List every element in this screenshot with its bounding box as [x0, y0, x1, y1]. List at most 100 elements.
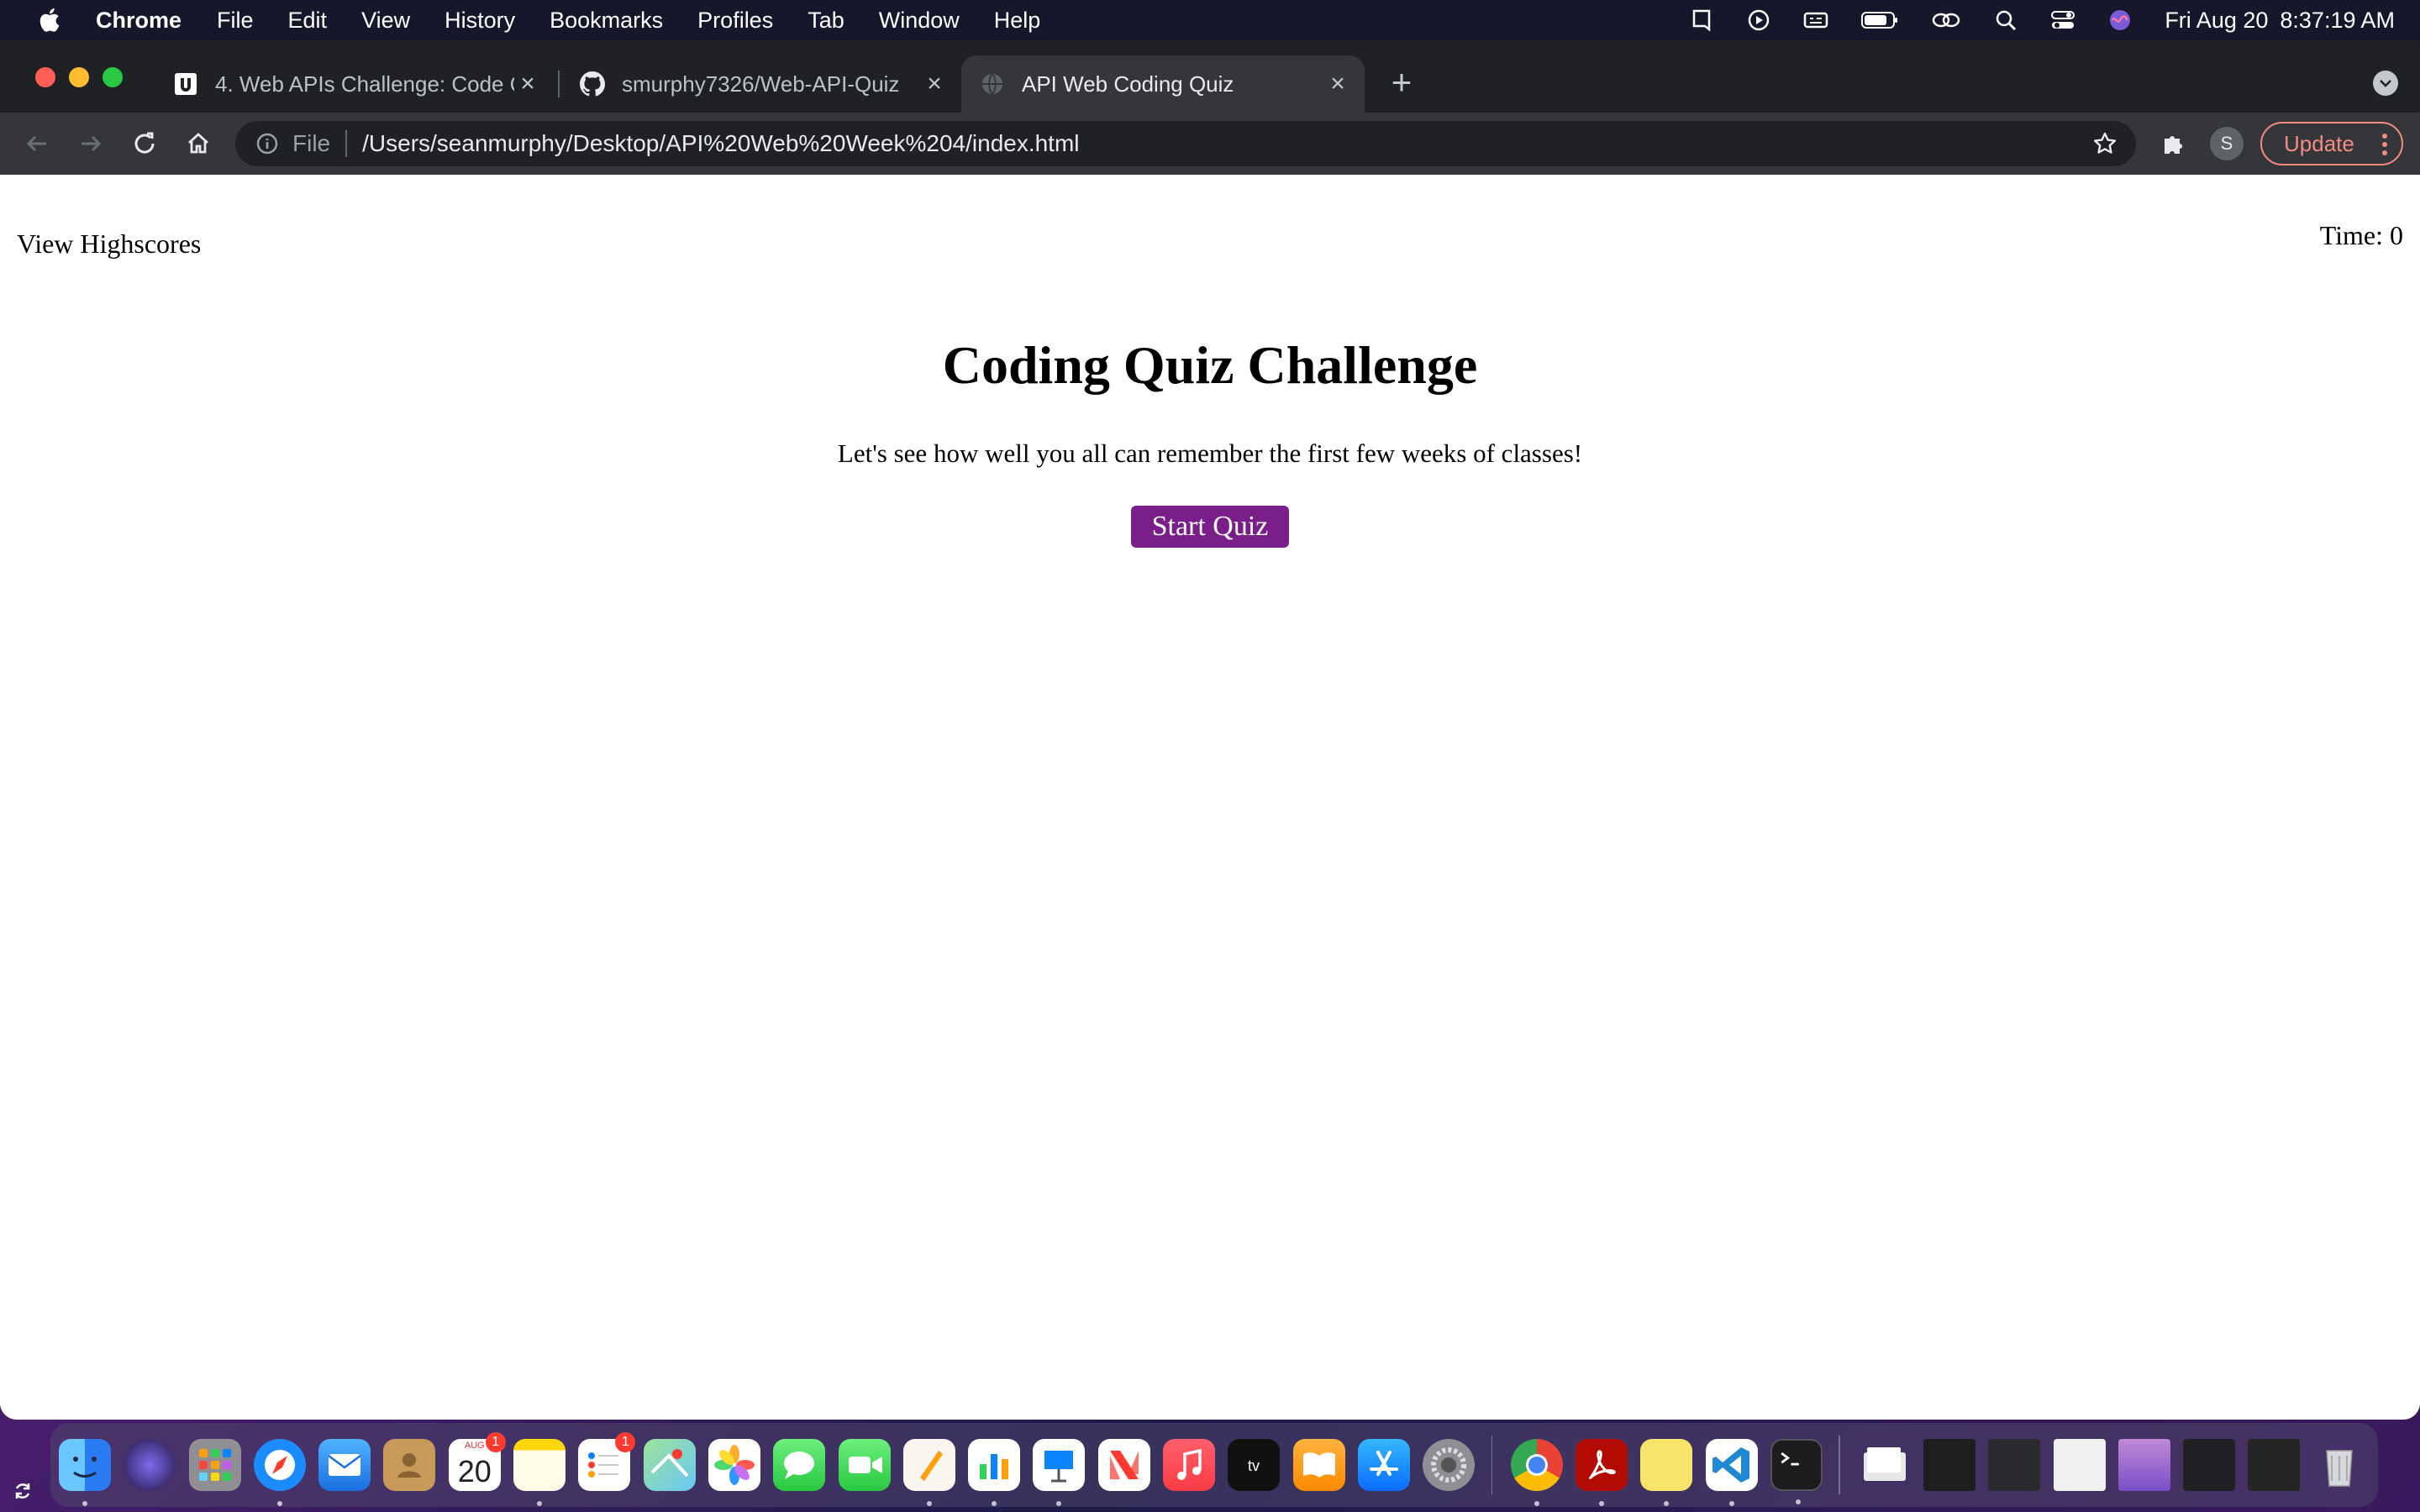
address-bar[interactable]: File /Users/seanmurphy/Desktop/API%20Web…	[235, 121, 2136, 166]
spotlight-search-icon[interactable]	[1993, 8, 2018, 33]
keyboard-status-icon[interactable]	[1803, 8, 1828, 33]
menu-help[interactable]: Help	[994, 8, 1041, 34]
clock-date: Fri Aug 20	[2165, 7, 2269, 33]
close-tab-icon[interactable]: ×	[516, 71, 539, 97]
window-controls	[35, 67, 136, 87]
menu-window[interactable]: Window	[879, 8, 960, 34]
running-indicator	[1534, 1501, 1539, 1506]
reminders-badge: 1	[615, 1432, 636, 1452]
more-menu-icon[interactable]	[2381, 132, 2388, 161]
running-indicator	[537, 1501, 543, 1506]
notes-icon[interactable]	[513, 1439, 566, 1506]
photos-icon[interactable]	[708, 1439, 760, 1491]
window-thumbnail-vscode[interactable]	[1923, 1439, 1975, 1491]
tab-title: API Web Coding Quiz	[1022, 71, 1234, 97]
tab-udemy-challenge[interactable]: 4. Web APIs Challenge: Code Q ×	[155, 55, 555, 113]
tab-strip: 4. Web APIs Challenge: Code Q × smurphy7…	[0, 40, 2420, 113]
github-icon	[580, 71, 605, 97]
siri-app-icon[interactable]	[124, 1439, 176, 1491]
running-indicator	[926, 1501, 932, 1506]
calendar-icon[interactable]: AUG 20 1	[448, 1432, 506, 1491]
link-status-icon[interactable]	[1931, 8, 1961, 33]
keynote-icon[interactable]	[1033, 1439, 1086, 1506]
tab-github-repo[interactable]: smurphy7326/Web-API-Quiz ×	[561, 55, 961, 113]
menubar-clock[interactable]: Fri Aug 20 8:37:19 AM	[2165, 8, 2395, 34]
minimize-window-button[interactable]	[69, 67, 89, 87]
close-window-button[interactable]	[35, 67, 55, 87]
system-preferences-icon[interactable]	[1423, 1439, 1476, 1491]
numbers-icon[interactable]	[968, 1439, 1021, 1506]
running-indicator	[1056, 1501, 1062, 1506]
menu-bookmarks[interactable]: Bookmarks	[550, 8, 663, 34]
news-icon[interactable]	[1097, 1439, 1150, 1491]
pages-icon[interactable]	[902, 1439, 955, 1506]
window-thumbnail-acrobat[interactable]	[2053, 1439, 2106, 1491]
tab-api-web-coding-quiz[interactable]: API Web Coding Quiz ×	[961, 55, 1365, 113]
trash-icon[interactable]	[2313, 1439, 2365, 1491]
site-info-icon[interactable]	[254, 130, 281, 157]
notes-status-icon[interactable]	[1689, 8, 1714, 33]
finder-icon[interactable]	[59, 1439, 111, 1506]
omnibox-divider	[345, 130, 348, 157]
mail-icon[interactable]	[318, 1439, 371, 1491]
acrobat-icon[interactable]	[1576, 1439, 1628, 1506]
profile-avatar[interactable]: S	[2210, 127, 2244, 160]
messages-icon[interactable]	[773, 1439, 826, 1491]
dock-separator	[1491, 1436, 1492, 1494]
menu-tab[interactable]: Tab	[808, 8, 844, 34]
web-page: View Highscores Time: 0 Coding Quiz Chal…	[0, 175, 2420, 1420]
start-quiz-button[interactable]: Start Quiz	[1131, 506, 1289, 548]
window-thumbnail-vscode-2[interactable]	[2248, 1439, 2301, 1491]
extensions-puzzle-icon[interactable]	[2156, 127, 2190, 160]
url-text[interactable]: /Users/seanmurphy/Desktop/API%20Web%20We…	[362, 130, 1079, 157]
control-center-icon[interactable]	[2050, 8, 2075, 33]
apple-logo-icon[interactable]	[35, 5, 66, 35]
launchpad-icon[interactable]	[188, 1439, 241, 1491]
forward-arrow-icon[interactable]	[74, 127, 108, 160]
siri-icon[interactable]	[2107, 8, 2133, 33]
chrome-icon[interactable]	[1510, 1439, 1563, 1506]
window-thumbnail-browser[interactable]	[2118, 1439, 2170, 1491]
close-tab-icon[interactable]: ×	[1326, 71, 1349, 97]
reload-icon[interactable]	[128, 127, 161, 160]
stickies-icon[interactable]	[1640, 1439, 1693, 1506]
books-icon[interactable]	[1292, 1439, 1345, 1491]
calendar-day: 20	[457, 1454, 492, 1488]
update-button[interactable]: Update	[2260, 122, 2403, 165]
menu-profiles[interactable]: Profiles	[697, 8, 773, 34]
running-indicator	[992, 1501, 997, 1506]
safari-icon[interactable]	[253, 1439, 306, 1506]
apple-tv-icon[interactable]: tv	[1228, 1439, 1281, 1491]
update-label: Update	[2284, 130, 2354, 156]
app-store-icon[interactable]	[1357, 1439, 1410, 1491]
back-arrow-icon[interactable]	[20, 127, 54, 160]
view-highscores-link[interactable]: View Highscores	[17, 228, 201, 260]
menu-view[interactable]: View	[361, 8, 410, 34]
window-thumbnail-chrome-2[interactable]	[2183, 1439, 2236, 1491]
reminders-icon[interactable]: 1	[578, 1432, 636, 1491]
window-thumbnail-chrome[interactable]	[1988, 1439, 2041, 1491]
clock-time: 8:37:19 AM	[2280, 7, 2395, 33]
battery-icon[interactable]	[1860, 8, 1899, 33]
running-indicator	[1664, 1501, 1670, 1506]
close-tab-icon[interactable]: ×	[923, 71, 946, 97]
tab-search-icon[interactable]	[2373, 71, 2398, 96]
bookmark-star-icon[interactable]	[2092, 131, 2118, 156]
sync-icon[interactable]	[12, 1480, 34, 1502]
vscode-icon[interactable]	[1705, 1439, 1758, 1506]
contacts-icon[interactable]	[383, 1439, 436, 1491]
app-name-menu[interactable]: Chrome	[96, 8, 182, 34]
new-tab-icon[interactable]: +	[1385, 65, 1418, 100]
terminal-icon[interactable]	[1770, 1439, 1823, 1504]
play-status-icon[interactable]	[1746, 8, 1771, 33]
maps-icon[interactable]	[643, 1439, 696, 1491]
music-icon[interactable]	[1163, 1439, 1216, 1491]
facetime-icon[interactable]	[838, 1439, 891, 1491]
menu-edit[interactable]: Edit	[288, 8, 328, 34]
home-icon[interactable]	[182, 127, 215, 160]
menu-history[interactable]: History	[445, 8, 515, 34]
zoom-window-button[interactable]	[103, 67, 123, 87]
menu-file[interactable]: File	[217, 8, 254, 34]
running-indicator	[276, 1501, 282, 1506]
downloads-stack-icon[interactable]	[1859, 1439, 1911, 1491]
